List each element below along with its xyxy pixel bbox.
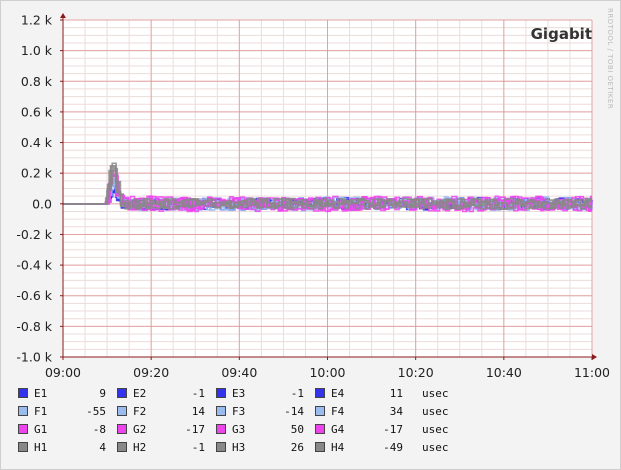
legend-series-value: -8 xyxy=(92,422,106,436)
legend-series-name: E3 xyxy=(232,386,246,400)
legend-swatch xyxy=(18,406,28,416)
legend-swatch xyxy=(117,388,127,398)
legend-row: H1 4 H2 -1 H3 26 H4 -49 usec xyxy=(18,439,449,455)
legend-swatch xyxy=(216,424,226,434)
y-tick-label: 0.6 k xyxy=(21,104,53,119)
watermark-text: RRDTOOL / TOBI OETIKER xyxy=(606,8,614,109)
legend-entry-e4: E4 11 xyxy=(315,387,414,400)
legend-series-name: F3 xyxy=(232,404,246,418)
x-tick-label: 10:00 xyxy=(309,365,345,380)
y-tick-label: 0.0 xyxy=(32,196,52,211)
x-tick-label: 09:40 xyxy=(221,365,257,380)
y-tick-label: 0.4 k xyxy=(21,135,53,150)
legend-swatch xyxy=(315,424,325,434)
legend-entry-g3: G3 50 xyxy=(216,423,315,436)
legend-unit: usec xyxy=(422,440,449,454)
y-axis-arrow xyxy=(60,13,66,18)
legend-swatch xyxy=(315,406,325,416)
legend-series-name: H2 xyxy=(133,440,147,454)
legend: E1 9 E2 -1 E3 -1 E4 11 usec F1 -55 F2 14 F3 -14 F4 34 use… xyxy=(18,385,449,457)
legend-series-value: -14 xyxy=(284,404,304,418)
legend-swatch xyxy=(117,406,127,416)
legend-unit: usec xyxy=(422,422,449,436)
legend-unit: usec xyxy=(422,404,449,418)
legend-series-name: F2 xyxy=(133,404,147,418)
legend-series-name: H4 xyxy=(331,440,345,454)
chart-title: Gigabit xyxy=(531,25,592,43)
legend-swatch xyxy=(18,424,28,434)
y-tick-label: -0.8 k xyxy=(16,319,52,334)
legend-row: E1 9 E2 -1 E3 -1 E4 11 usec xyxy=(18,385,449,401)
legend-entry-f3: F3 -14 xyxy=(216,405,315,418)
y-tick-label: 1.0 k xyxy=(21,43,53,58)
legend-entry-h1: H1 4 xyxy=(18,441,117,454)
x-tick-label: 09:00 xyxy=(45,365,81,380)
legend-series-name: G1 xyxy=(34,422,48,436)
legend-series-value: 9 xyxy=(99,386,106,400)
legend-entry-f4: F4 34 xyxy=(315,405,414,418)
x-tick-label: 10:20 xyxy=(398,365,434,380)
legend-swatch xyxy=(18,388,28,398)
legend-series-value: -1 xyxy=(290,386,304,400)
legend-series-value: -49 xyxy=(383,440,403,454)
legend-series-value: -1 xyxy=(191,386,205,400)
legend-entry-g1: G1 -8 xyxy=(18,423,117,436)
legend-entry-g2: G2 -17 xyxy=(117,423,216,436)
legend-series-value: 11 xyxy=(389,386,403,400)
legend-entry-h2: H2 -1 xyxy=(117,441,216,454)
legend-entry-g4: G4 -17 xyxy=(315,423,414,436)
y-tick-label: -0.4 k xyxy=(16,258,52,273)
legend-series-name: F4 xyxy=(331,404,345,418)
legend-series-value: 4 xyxy=(99,440,106,454)
legend-series-value: 50 xyxy=(290,422,304,436)
x-tick-label: 09:20 xyxy=(133,365,169,380)
legend-series-value: 26 xyxy=(290,440,304,454)
legend-swatch xyxy=(216,406,226,416)
x-tick-label: 10:40 xyxy=(486,365,522,380)
legend-series-value: -1 xyxy=(191,440,205,454)
legend-series-name: H1 xyxy=(34,440,48,454)
legend-series-value: 34 xyxy=(389,404,403,418)
legend-swatch xyxy=(315,442,325,452)
legend-series-name: E2 xyxy=(133,386,147,400)
legend-series-value: 14 xyxy=(191,404,205,418)
y-tick-label: -0.6 k xyxy=(16,288,52,303)
x-tick-label: 11:00 xyxy=(574,365,610,380)
legend-entry-e2: E2 -1 xyxy=(117,387,216,400)
legend-row: F1 -55 F2 14 F3 -14 F4 34 usec xyxy=(18,403,449,419)
y-tick-label: -1.0 k xyxy=(16,350,52,365)
legend-entry-e1: E1 9 xyxy=(18,387,117,400)
y-tick-label: -0.2 k xyxy=(16,227,52,242)
y-tick-label: 1.2 k xyxy=(21,13,53,28)
legend-series-value: -17 xyxy=(185,422,205,436)
legend-swatch xyxy=(18,442,28,452)
legend-entry-e3: E3 -1 xyxy=(216,387,315,400)
y-tick-label: 0.2 k xyxy=(21,166,53,181)
y-tick-label: 0.8 k xyxy=(21,74,53,89)
legend-entry-h3: H3 26 xyxy=(216,441,315,454)
legend-swatch xyxy=(216,442,226,452)
legend-series-name: G4 xyxy=(331,422,345,436)
legend-entry-f2: F2 14 xyxy=(117,405,216,418)
legend-series-name: F1 xyxy=(34,404,48,418)
legend-series-value: -17 xyxy=(383,422,403,436)
legend-entry-f1: F1 -55 xyxy=(18,405,117,418)
x-axis-arrow xyxy=(592,354,597,360)
legend-series-name: H3 xyxy=(232,440,246,454)
legend-row: G1 -8 G2 -17 G3 50 G4 -17 usec xyxy=(18,421,449,437)
legend-unit: usec xyxy=(422,386,449,400)
legend-series-name: G2 xyxy=(133,422,147,436)
legend-swatch xyxy=(216,388,226,398)
legend-swatch xyxy=(117,424,127,434)
legend-entry-h4: H4 -49 xyxy=(315,441,414,454)
legend-series-name: G3 xyxy=(232,422,246,436)
legend-swatch xyxy=(315,388,325,398)
legend-series-value: -55 xyxy=(86,404,106,418)
legend-series-name: E4 xyxy=(331,386,345,400)
legend-series-name: E1 xyxy=(34,386,48,400)
grid xyxy=(62,19,593,358)
legend-swatch xyxy=(117,442,127,452)
